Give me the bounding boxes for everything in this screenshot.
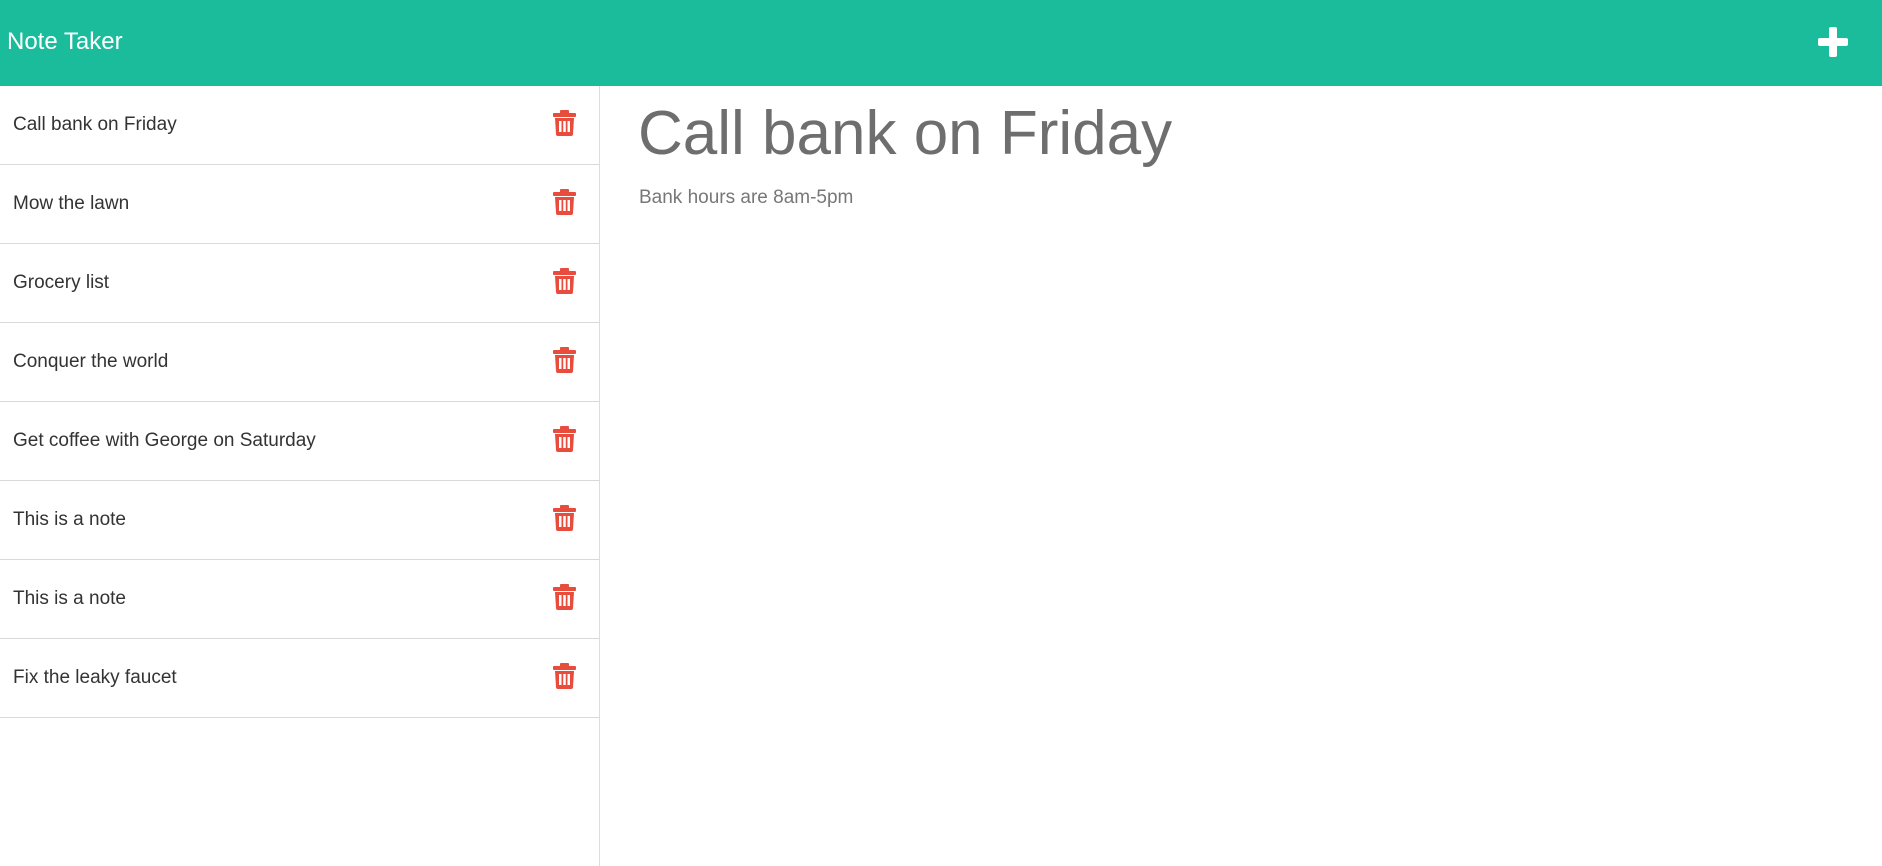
delete-note-button[interactable] [553,505,576,531]
note-list-item-title: Conquer the world [13,351,169,372]
note-list-item[interactable]: This is a note [0,481,599,560]
note-list-item-title: This is a note [13,588,126,609]
note-list-item-title: Fix the leaky faucet [13,667,177,688]
plus-icon [1818,27,1848,57]
note-list-item[interactable]: Fix the leaky faucet [0,639,599,718]
note-list-item[interactable]: Grocery list [0,244,599,323]
trash-icon [553,268,576,294]
new-note-button[interactable] [1814,23,1852,61]
note-list-item[interactable]: Get coffee with George on Saturday [0,402,599,481]
trash-icon [553,110,576,136]
navbar: Note Taker [0,0,1882,86]
trash-icon [553,426,576,452]
note-list-item-title: Get coffee with George on Saturday [13,430,316,451]
trash-icon [553,505,576,531]
note-list-item-title: This is a note [13,509,126,530]
trash-icon [553,347,576,373]
note-list: Call bank on Friday Mow the lawn Grocery… [0,86,600,866]
note-list-item[interactable]: Mow the lawn [0,165,599,244]
note-list-item[interactable]: Call bank on Friday [0,86,599,165]
note-list-item[interactable]: Conquer the world [0,323,599,402]
note-list-item-title: Grocery list [13,272,110,293]
note-list-item-title: Call bank on Friday [13,114,177,135]
note-list-item-title: Mow the lawn [13,193,130,214]
note-text-field[interactable]: Bank hours are 8am-5pm [639,187,853,209]
delete-note-button[interactable] [553,268,576,294]
app-title[interactable]: Note Taker [7,0,123,86]
delete-note-button[interactable] [553,110,576,136]
note-list-item[interactable]: This is a note [0,560,599,639]
delete-note-button[interactable] [553,663,576,689]
delete-note-button[interactable] [553,426,576,452]
note-title-field[interactable]: Call bank on Friday [638,99,1172,168]
delete-note-button[interactable] [553,189,576,215]
delete-note-button[interactable] [553,584,576,610]
trash-icon [553,189,576,215]
delete-note-button[interactable] [553,347,576,373]
trash-icon [553,584,576,610]
trash-icon [553,663,576,689]
note-editor: Call bank on Friday Bank hours are 8am-5… [600,86,1882,866]
